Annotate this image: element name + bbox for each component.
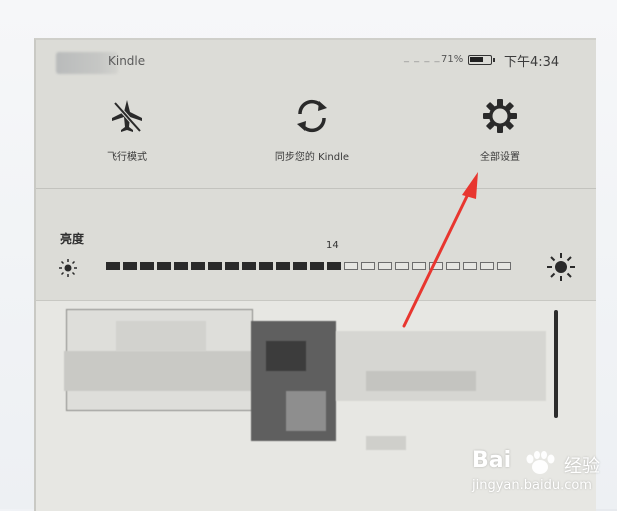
device-name: Kindle xyxy=(108,54,146,68)
brightness-segment[interactable] xyxy=(242,262,256,270)
sync-icon xyxy=(297,99,327,133)
brightness-segment[interactable] xyxy=(276,262,290,270)
blurred-text xyxy=(116,321,206,351)
blurred-text xyxy=(366,371,476,391)
brightness-segment[interactable] xyxy=(344,262,358,270)
airplane-mode-label: 飞行模式 xyxy=(107,152,147,163)
watermark-brand: Bai xyxy=(472,448,512,473)
brightness-segment[interactable] xyxy=(140,262,154,270)
brightness-segment[interactable] xyxy=(412,262,426,270)
status-bar: Kindle _ _ _ _ 71% 下午4:34 xyxy=(36,40,596,76)
battery-fill xyxy=(470,57,483,62)
sync-kindle-label: 同步您的 Kindle xyxy=(274,152,350,163)
blurred-text xyxy=(64,351,254,391)
brightness-segment[interactable] xyxy=(361,262,375,270)
kindle-screen: Kindle _ _ _ _ 71% 下午4:34 飞行模式 同步您的 Kind… xyxy=(34,38,596,511)
brightness-segment[interactable] xyxy=(191,262,205,270)
sync-kindle-button[interactable]: 同步您的 Kindle xyxy=(247,96,377,163)
brightness-segment[interactable] xyxy=(463,262,477,270)
brightness-segment[interactable] xyxy=(293,262,307,270)
watermark-url: jingyan.baidu.com xyxy=(472,478,592,493)
scrollbar[interactable] xyxy=(554,310,558,418)
baidu-watermark: Bai 经验 jingyan.baidu.com xyxy=(472,448,612,504)
brightness-segment[interactable] xyxy=(446,262,460,270)
brightness-panel: 亮度 14 xyxy=(36,190,596,300)
all-settings-label: 全部设置 xyxy=(480,152,520,163)
watermark-brand-cn: 经验 xyxy=(564,456,600,477)
quick-actions-bar: 飞行模式 同步您的 Kindle 全部设置 xyxy=(36,76,596,188)
brightness-segment[interactable] xyxy=(123,262,137,270)
brightness-decrease-icon[interactable] xyxy=(58,258,78,278)
brightness-segment[interactable] xyxy=(497,262,511,270)
brightness-segment[interactable] xyxy=(208,262,222,270)
brightness-increase-icon[interactable] xyxy=(546,252,576,282)
brightness-segment[interactable] xyxy=(225,262,239,270)
wifi-indicator: _ _ _ _ xyxy=(404,52,441,63)
blurred-book-cover xyxy=(266,341,306,371)
brightness-segment[interactable] xyxy=(327,262,341,270)
brightness-segment[interactable] xyxy=(378,262,392,270)
battery-icon xyxy=(468,55,495,65)
airplane-mode-button[interactable]: 飞行模式 xyxy=(62,96,192,163)
paw-logo-icon xyxy=(526,451,555,474)
brightness-segment[interactable] xyxy=(429,262,443,270)
brightness-segment[interactable] xyxy=(259,262,273,270)
brightness-segment[interactable] xyxy=(174,262,188,270)
brightness-value: 14 xyxy=(326,240,339,251)
clock: 下午4:34 xyxy=(504,55,560,70)
battery-percent: 71% xyxy=(441,54,464,65)
brightness-segment[interactable] xyxy=(310,262,324,270)
airplane-icon xyxy=(112,100,142,133)
brightness-slider[interactable] xyxy=(106,262,522,272)
brightness-title: 亮度 xyxy=(60,232,85,246)
all-settings-button[interactable]: 全部设置 xyxy=(435,96,565,163)
brightness-segment[interactable] xyxy=(480,262,494,270)
divider xyxy=(36,188,596,189)
gear-icon xyxy=(483,99,517,133)
blurred-book-cover xyxy=(286,391,326,431)
brightness-segment[interactable] xyxy=(395,262,409,270)
blurred-text xyxy=(366,436,406,450)
brightness-segment[interactable] xyxy=(106,262,120,270)
brightness-segment[interactable] xyxy=(157,262,171,270)
